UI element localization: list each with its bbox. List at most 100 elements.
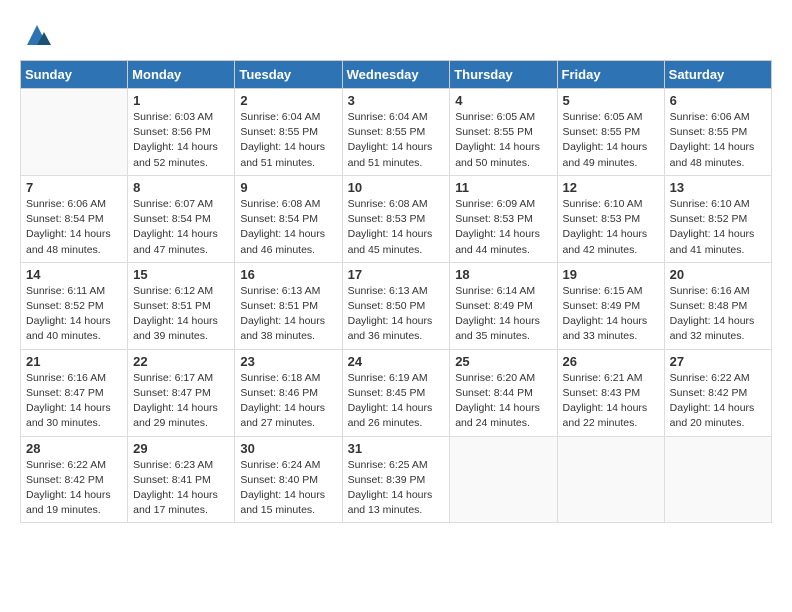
day-number: 19: [563, 267, 659, 282]
day-number: 25: [455, 354, 551, 369]
calendar-cell: 30Sunrise: 6:24 AMSunset: 8:40 PMDayligh…: [235, 436, 342, 523]
day-info: Sunrise: 6:12 AMSunset: 8:51 PMDaylight:…: [133, 284, 229, 345]
calendar-week-row: 28Sunrise: 6:22 AMSunset: 8:42 PMDayligh…: [21, 436, 772, 523]
calendar-cell: 9 Sunrise: 6:08 AMSunset: 8:54 PMDaylight…: [235, 175, 342, 262]
page-header: [20, 20, 772, 50]
calendar-cell: [450, 436, 557, 523]
day-number: 21: [26, 354, 122, 369]
calendar-header-sunday: Sunday: [21, 61, 128, 89]
day-number: 14: [26, 267, 122, 282]
day-number: 26: [563, 354, 659, 369]
day-info: Sunrise: 6:03 AMSunset: 8:56 PMDaylight:…: [133, 110, 229, 171]
day-info: Sunrise: 6:16 AMSunset: 8:48 PMDaylight:…: [670, 284, 766, 345]
day-number: 8: [133, 180, 229, 195]
day-number: 31: [348, 441, 445, 456]
day-number: 9: [240, 180, 336, 195]
day-info: Sunrise: 6:04 AMSunset: 8:55 PMDaylight:…: [240, 110, 336, 171]
calendar-cell: 17 Sunrise: 6:13 AMSunset: 8:50 PMDayligh…: [342, 262, 450, 349]
calendar-header-tuesday: Tuesday: [235, 61, 342, 89]
day-info: Sunrise: 6:17 AMSunset: 8:47 PMDaylight:…: [133, 371, 229, 432]
calendar-cell: 7 Sunrise: 6:06 AMSunset: 8:54 PMDaylight…: [21, 175, 128, 262]
calendar-week-row: 1 Sunrise: 6:03 AMSunset: 8:56 PMDaylight…: [21, 89, 772, 176]
calendar-cell: 14 Sunrise: 6:11 AMSunset: 8:52 PMDayligh…: [21, 262, 128, 349]
calendar-cell: 18 Sunrise: 6:14 AMSunset: 8:49 PMDayligh…: [450, 262, 557, 349]
day-info: Sunrise: 6:08 AMSunset: 8:53 PMDaylight:…: [348, 197, 445, 258]
calendar-cell: 27 Sunrise: 6:22 AMSunset: 8:42 PMDayligh…: [664, 349, 771, 436]
day-number: 17: [348, 267, 445, 282]
day-number: 7: [26, 180, 122, 195]
day-info: Sunrise: 6:13 AMSunset: 8:50 PMDaylight:…: [348, 284, 445, 345]
calendar-table: SundayMondayTuesdayWednesdayThursdayFrid…: [20, 60, 772, 523]
day-info: Sunrise: 6:06 AMSunset: 8:54 PMDaylight:…: [26, 197, 122, 258]
day-number: 4: [455, 93, 551, 108]
day-info: Sunrise: 6:05 AMSunset: 8:55 PMDaylight:…: [455, 110, 551, 171]
calendar-header-saturday: Saturday: [664, 61, 771, 89]
logo-icon: [22, 20, 52, 50]
calendar-week-row: 21Sunrise: 6:16 AMSunset: 8:47 PMDayligh…: [21, 349, 772, 436]
calendar-cell: 5 Sunrise: 6:05 AMSunset: 8:55 PMDaylight…: [557, 89, 664, 176]
day-number: 15: [133, 267, 229, 282]
day-number: 22: [133, 354, 229, 369]
day-number: 5: [563, 93, 659, 108]
calendar-cell: 16Sunrise: 6:13 AMSunset: 8:51 PMDayligh…: [235, 262, 342, 349]
day-info: Sunrise: 6:11 AMSunset: 8:52 PMDaylight:…: [26, 284, 122, 345]
day-number: 10: [348, 180, 445, 195]
day-number: 24: [348, 354, 445, 369]
day-info: Sunrise: 6:21 AMSunset: 8:43 PMDaylight:…: [563, 371, 659, 432]
day-info: Sunrise: 6:10 AMSunset: 8:53 PMDaylight:…: [563, 197, 659, 258]
day-info: Sunrise: 6:07 AMSunset: 8:54 PMDaylight:…: [133, 197, 229, 258]
day-number: 3: [348, 93, 445, 108]
day-info: Sunrise: 6:10 AMSunset: 8:52 PMDaylight:…: [670, 197, 766, 258]
calendar-cell: 26 Sunrise: 6:21 AMSunset: 8:43 PMDayligh…: [557, 349, 664, 436]
calendar-cell: 20Sunrise: 6:16 AMSunset: 8:48 PMDayligh…: [664, 262, 771, 349]
calendar-cell: 22 Sunrise: 6:17 AMSunset: 8:47 PMDayligh…: [128, 349, 235, 436]
calendar-cell: 10 Sunrise: 6:08 AMSunset: 8:53 PMDayligh…: [342, 175, 450, 262]
day-number: 11: [455, 180, 551, 195]
calendar-cell: [557, 436, 664, 523]
day-number: 18: [455, 267, 551, 282]
logo: [20, 20, 52, 50]
day-number: 2: [240, 93, 336, 108]
calendar-header-friday: Friday: [557, 61, 664, 89]
day-info: Sunrise: 6:24 AMSunset: 8:40 PMDaylight:…: [240, 458, 336, 519]
calendar-cell: [21, 89, 128, 176]
calendar-cell: 24 Sunrise: 6:19 AMSunset: 8:45 PMDayligh…: [342, 349, 450, 436]
calendar-cell: [664, 436, 771, 523]
day-info: Sunrise: 6:15 AMSunset: 8:49 PMDaylight:…: [563, 284, 659, 345]
calendar-cell: 23 Sunrise: 6:18 AMSunset: 8:46 PMDayligh…: [235, 349, 342, 436]
day-info: Sunrise: 6:09 AMSunset: 8:53 PMDaylight:…: [455, 197, 551, 258]
day-info: Sunrise: 6:06 AMSunset: 8:55 PMDaylight:…: [670, 110, 766, 171]
calendar-cell: 21Sunrise: 6:16 AMSunset: 8:47 PMDayligh…: [21, 349, 128, 436]
day-number: 27: [670, 354, 766, 369]
day-info: Sunrise: 6:08 AMSunset: 8:54 PMDaylight:…: [240, 197, 336, 258]
day-number: 1: [133, 93, 229, 108]
day-info: Sunrise: 6:19 AMSunset: 8:45 PMDaylight:…: [348, 371, 445, 432]
calendar-cell: 8 Sunrise: 6:07 AMSunset: 8:54 PMDaylight…: [128, 175, 235, 262]
calendar-week-row: 7 Sunrise: 6:06 AMSunset: 8:54 PMDaylight…: [21, 175, 772, 262]
day-number: 29: [133, 441, 229, 456]
day-info: Sunrise: 6:18 AMSunset: 8:46 PMDaylight:…: [240, 371, 336, 432]
day-info: Sunrise: 6:05 AMSunset: 8:55 PMDaylight:…: [563, 110, 659, 171]
day-info: Sunrise: 6:20 AMSunset: 8:44 PMDaylight:…: [455, 371, 551, 432]
calendar-cell: 11 Sunrise: 6:09 AMSunset: 8:53 PMDayligh…: [450, 175, 557, 262]
calendar-cell: 25 Sunrise: 6:20 AMSunset: 8:44 PMDayligh…: [450, 349, 557, 436]
day-info: Sunrise: 6:14 AMSunset: 8:49 PMDaylight:…: [455, 284, 551, 345]
calendar-header-monday: Monday: [128, 61, 235, 89]
calendar-body: 1 Sunrise: 6:03 AMSunset: 8:56 PMDaylight…: [21, 89, 772, 523]
calendar-cell: 13 Sunrise: 6:10 AMSunset: 8:52 PMDayligh…: [664, 175, 771, 262]
day-number: 6: [670, 93, 766, 108]
calendar-cell: 15 Sunrise: 6:12 AMSunset: 8:51 PMDayligh…: [128, 262, 235, 349]
calendar-cell: 31Sunrise: 6:25 AMSunset: 8:39 PMDayligh…: [342, 436, 450, 523]
calendar-cell: 28Sunrise: 6:22 AMSunset: 8:42 PMDayligh…: [21, 436, 128, 523]
calendar-cell: 6 Sunrise: 6:06 AMSunset: 8:55 PMDaylight…: [664, 89, 771, 176]
day-info: Sunrise: 6:13 AMSunset: 8:51 PMDaylight:…: [240, 284, 336, 345]
calendar-week-row: 14 Sunrise: 6:11 AMSunset: 8:52 PMDayligh…: [21, 262, 772, 349]
day-number: 23: [240, 354, 336, 369]
day-number: 12: [563, 180, 659, 195]
calendar-header-wednesday: Wednesday: [342, 61, 450, 89]
day-number: 13: [670, 180, 766, 195]
calendar-cell: 1 Sunrise: 6:03 AMSunset: 8:56 PMDaylight…: [128, 89, 235, 176]
day-info: Sunrise: 6:22 AMSunset: 8:42 PMDaylight:…: [670, 371, 766, 432]
calendar-cell: 29Sunrise: 6:23 AMSunset: 8:41 PMDayligh…: [128, 436, 235, 523]
calendar-cell: 2 Sunrise: 6:04 AMSunset: 8:55 PMDaylight…: [235, 89, 342, 176]
